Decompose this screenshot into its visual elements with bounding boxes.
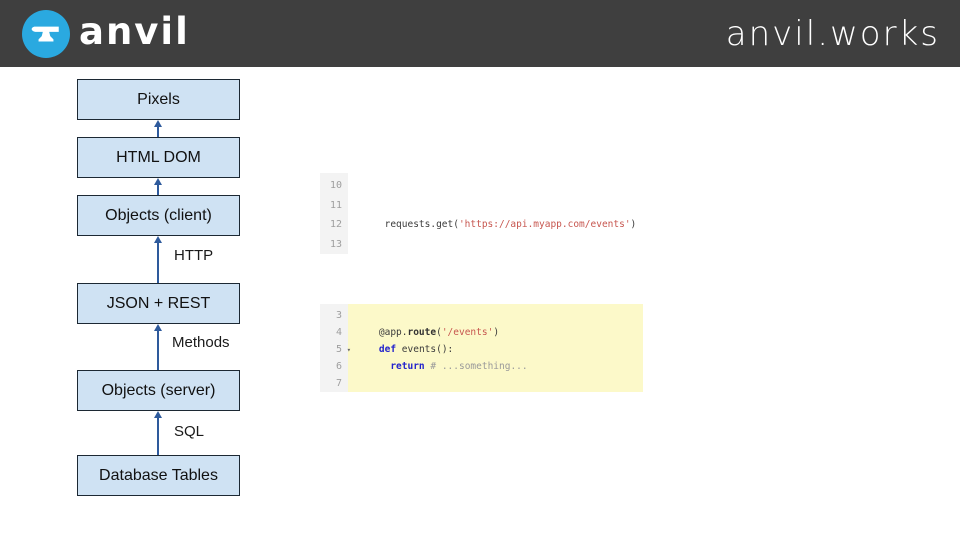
line-number: 5▾ (320, 341, 348, 358)
stack-box-objects-server: Objects (server) (77, 370, 240, 411)
code-token-plain: events(): (396, 344, 453, 355)
stack-box-json-rest: JSON + REST (77, 283, 240, 324)
code-line (356, 176, 636, 196)
line-number: 7 (320, 375, 348, 392)
arrow-up-icon (153, 120, 163, 137)
edge-label-http: HTTP (174, 247, 213, 264)
code-token-string: '/events' (442, 327, 493, 338)
arrow-up-icon (153, 411, 163, 455)
code-line (356, 235, 636, 255)
line-number: 4 (320, 324, 348, 341)
line-number: 13 (320, 235, 348, 255)
code-line: return # ...something... (356, 358, 643, 375)
code-token-plain (356, 344, 379, 355)
line-number: 6 (320, 358, 348, 375)
line-number: 10 (320, 176, 348, 196)
line-number: 11 (320, 196, 348, 216)
code-line: @app.route('/events') (356, 324, 643, 341)
logo-wordmark: anvil (79, 10, 190, 53)
code-line: requests.get('https://api.myapp.com/even… (356, 215, 636, 235)
code-token-plain (356, 361, 390, 372)
code-snippet-server: 345▾67 @app.route('/events') def events(… (320, 304, 643, 392)
edge-label-sql: SQL (174, 423, 204, 440)
code-area: @app.route('/events') def events(): retu… (348, 304, 643, 392)
code-token-keyword: def (379, 344, 396, 355)
anvil-logo-icon (22, 10, 70, 58)
line-number: 12 (320, 215, 348, 235)
line-number-gutter: 10111213 (320, 173, 348, 254)
anvil-silhouette-icon (29, 22, 63, 46)
code-token-func: route (407, 327, 436, 338)
stack-box-database-tables: Database Tables (77, 455, 240, 496)
code-snippet-client: 10111213 requests.get('https://api.myapp… (320, 173, 636, 254)
code-token-plain: ) (493, 327, 499, 338)
code-line: def events(): (356, 341, 643, 358)
code-line (356, 307, 643, 324)
fold-arrow-icon[interactable]: ▾ (347, 342, 351, 359)
code-area: requests.get('https://api.myapp.com/even… (348, 173, 636, 254)
code-token-keyword: return (390, 361, 424, 372)
code-token-plain: ) (631, 219, 637, 230)
arrow-up-icon (153, 324, 163, 370)
anvil-logo[interactable]: anvil (22, 10, 190, 58)
code-token-plain: @app. (356, 327, 407, 338)
edge-label-methods: Methods (172, 334, 230, 351)
code-token-comment: # ...something... (430, 361, 527, 372)
code-line (356, 196, 636, 216)
code-token-plain: requests.get( (356, 219, 459, 230)
arrow-up-icon (153, 178, 163, 195)
stack-box-objects-client: Objects (client) (77, 195, 240, 236)
stack-box-html-dom: HTML DOM (77, 137, 240, 178)
stack-box-pixels: Pixels (77, 79, 240, 120)
line-number: 3 (320, 307, 348, 324)
code-line (356, 375, 643, 392)
code-token-string: 'https://api.myapp.com/events' (459, 219, 631, 230)
brand-domain-text[interactable]: anvil.works (726, 14, 940, 54)
line-number-gutter: 345▾67 (320, 304, 348, 392)
header-bar: anvil anvil.works (0, 0, 960, 67)
arrow-up-icon (153, 236, 163, 283)
slide: anvil anvil.works Pixels HTML DOM Object… (0, 0, 960, 540)
